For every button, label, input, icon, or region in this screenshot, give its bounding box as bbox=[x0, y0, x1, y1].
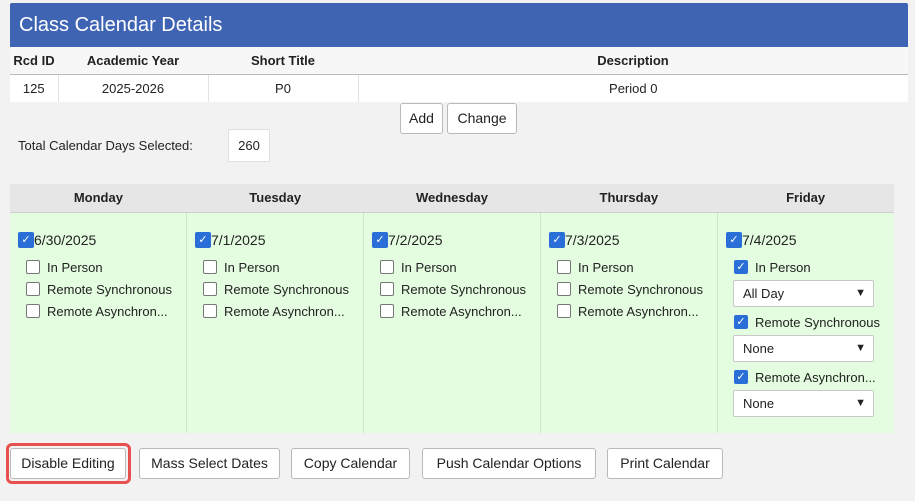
remote-async-label: Remote Asynchron... bbox=[578, 303, 699, 319]
day-cell-monday: ✓ 6/30/2025 In Person Remote Synchronous… bbox=[10, 213, 187, 433]
day-date-row: ✓ 7/2/2025 bbox=[372, 231, 540, 249]
in-person-select[interactable]: All Day ▼ bbox=[733, 280, 874, 307]
day-checkbox[interactable]: ✓ bbox=[726, 232, 742, 248]
short-title-cell: P0 bbox=[208, 74, 359, 102]
remote-sync-checkbox[interactable] bbox=[557, 282, 571, 296]
weekday-thursday: Thursday bbox=[599, 190, 659, 205]
remote-async-checkbox[interactable]: ✓ bbox=[734, 370, 748, 384]
day-cell-thursday: ✓ 7/3/2025 In Person Remote Synchronous … bbox=[541, 213, 718, 433]
remote-sync-checkbox[interactable] bbox=[26, 282, 40, 296]
weekday-friday: Friday bbox=[786, 190, 826, 205]
remote-async-label: Remote Asynchron... bbox=[224, 303, 345, 319]
table-row: 125 2025-2026 P0 Period 0 bbox=[10, 74, 908, 102]
print-calendar-button[interactable]: Print Calendar bbox=[607, 448, 723, 479]
in-person-label: In Person bbox=[755, 259, 811, 275]
total-days-label: Total Calendar Days Selected: bbox=[18, 138, 193, 153]
col-header-academic-year: Academic Year bbox=[58, 47, 208, 75]
remote-sync-checkbox[interactable] bbox=[380, 282, 394, 296]
in-person-label: In Person bbox=[578, 259, 634, 275]
remote-sync-label: Remote Synchronous bbox=[224, 281, 350, 297]
day-checkbox[interactable]: ✓ bbox=[195, 232, 211, 248]
day-date: 7/2/2025 bbox=[388, 232, 443, 248]
remote-async-select-value: None bbox=[743, 396, 775, 411]
chevron-down-icon: ▼ bbox=[855, 397, 866, 409]
calendar-info-table: Rcd ID Academic Year Short Title Descrip… bbox=[10, 47, 908, 102]
remote-async-checkbox[interactable] bbox=[203, 304, 217, 318]
in-person-checkbox[interactable] bbox=[26, 260, 40, 274]
remote-sync-checkbox[interactable]: ✓ bbox=[734, 315, 748, 329]
col-header-description: Description bbox=[358, 47, 908, 75]
day-date-row: ✓ 7/4/2025 bbox=[726, 231, 894, 249]
weekday-monday: Monday bbox=[73, 190, 123, 205]
in-person-label: In Person bbox=[401, 259, 457, 275]
total-days-value: 260 bbox=[228, 129, 270, 162]
in-person-checkbox[interactable] bbox=[557, 260, 571, 274]
remote-sync-label: Remote Synchronous bbox=[47, 281, 173, 297]
remote-sync-label: Remote Synchronous bbox=[401, 281, 527, 297]
day-cell-friday: ✓ 7/4/2025 ✓ In Person All Day ▼ ✓ Remote S… bbox=[718, 213, 894, 433]
day-checkbox[interactable]: ✓ bbox=[18, 232, 34, 248]
in-person-checkbox[interactable] bbox=[380, 260, 394, 274]
change-button[interactable]: Change bbox=[447, 103, 517, 134]
in-person-label: In Person bbox=[47, 259, 103, 275]
remote-async-label: Remote Asynchron... bbox=[401, 303, 522, 319]
calendar-week: ✓ 6/30/2025 In Person Remote Synchronous… bbox=[10, 212, 894, 433]
col-header-short-title: Short Title bbox=[208, 47, 358, 75]
day-date-row: ✓ 7/3/2025 bbox=[549, 231, 717, 249]
remote-async-select[interactable]: None ▼ bbox=[733, 390, 874, 417]
col-header-rcd-id: Rcd ID bbox=[10, 47, 58, 75]
in-person-checkbox[interactable]: ✓ bbox=[734, 260, 748, 274]
remote-async-label: Remote Asynchron... bbox=[755, 369, 876, 385]
weekday-tuesday: Tuesday bbox=[249, 190, 302, 205]
add-button[interactable]: Add bbox=[400, 103, 443, 134]
day-date: 7/4/2025 bbox=[742, 232, 797, 248]
remote-sync-checkbox[interactable] bbox=[203, 282, 217, 296]
in-person-select-value: All Day bbox=[743, 286, 785, 301]
chevron-down-icon: ▼ bbox=[855, 342, 866, 354]
day-date-row: ✓ 6/30/2025 bbox=[18, 231, 186, 249]
weekday-wednesday: Wednesday bbox=[415, 190, 488, 205]
remote-sync-label: Remote Synchronous bbox=[755, 314, 881, 330]
in-person-checkbox[interactable] bbox=[203, 260, 217, 274]
day-checkbox[interactable]: ✓ bbox=[549, 232, 565, 248]
day-cell-tuesday: ✓ 7/1/2025 In Person Remote Synchronous … bbox=[187, 213, 364, 433]
day-date-row: ✓ 7/1/2025 bbox=[195, 231, 363, 249]
day-date: 7/3/2025 bbox=[565, 232, 620, 248]
panel-title: Class Calendar Details bbox=[10, 3, 908, 47]
in-person-label: In Person bbox=[224, 259, 280, 275]
remote-async-checkbox[interactable] bbox=[26, 304, 40, 318]
description-cell: Period 0 bbox=[609, 80, 658, 96]
day-checkbox[interactable]: ✓ bbox=[372, 232, 388, 248]
remote-async-checkbox[interactable] bbox=[380, 304, 394, 318]
day-cell-wednesday: ✓ 7/2/2025 In Person Remote Synchronous … bbox=[364, 213, 541, 433]
remote-sync-select-value: None bbox=[743, 341, 775, 356]
day-date: 7/1/2025 bbox=[211, 232, 266, 248]
mass-select-dates-button[interactable]: Mass Select Dates bbox=[139, 448, 280, 479]
copy-calendar-button[interactable]: Copy Calendar bbox=[291, 448, 410, 479]
disable-editing-button[interactable]: Disable Editing bbox=[10, 448, 126, 479]
weekday-header: Monday Tuesday Wednesday Thursday Friday bbox=[10, 184, 894, 212]
academic-year-cell: 2025-2026 bbox=[58, 74, 209, 102]
push-calendar-options-button[interactable]: Push Calendar Options bbox=[422, 448, 596, 479]
remote-async-label: Remote Asynchron... bbox=[47, 303, 168, 319]
rcd-id-cell: 125 bbox=[10, 74, 59, 102]
remote-sync-select[interactable]: None ▼ bbox=[733, 335, 874, 362]
remote-sync-label: Remote Synchronous bbox=[578, 281, 704, 297]
remote-async-checkbox[interactable] bbox=[557, 304, 571, 318]
chevron-down-icon: ▼ bbox=[855, 287, 866, 299]
day-date: 6/30/2025 bbox=[34, 232, 97, 248]
